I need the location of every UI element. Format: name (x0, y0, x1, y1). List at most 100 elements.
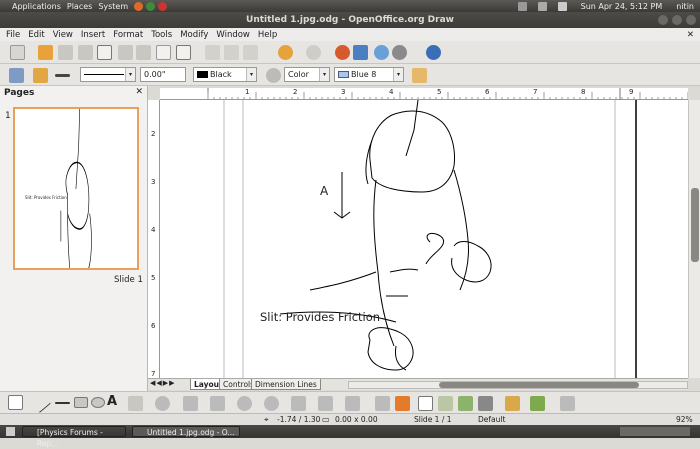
area-color-value: Blue 8 (351, 70, 377, 79)
menu-insert[interactable]: Insert (81, 30, 105, 40)
firefox-launcher-icon[interactable] (134, 1, 144, 11)
email-icon[interactable] (78, 45, 93, 60)
document-close-icon[interactable]: ✕ (687, 30, 694, 40)
copy-icon[interactable] (224, 45, 239, 60)
draw-functions-icon[interactable] (353, 45, 368, 60)
extrusion-icon[interactable] (478, 396, 493, 411)
text-tool-icon[interactable]: A (107, 394, 117, 409)
tab-nav-arrows-icon[interactable]: ◀◀▶▶ (150, 379, 176, 387)
standard-toolbar (0, 41, 700, 64)
line-fill-toolbar: ▾ 0.00" Black ▾ Color ▾ Blue 8 ▾ (0, 64, 700, 86)
clock[interactable]: Sun Apr 24, 5:12 PM (581, 2, 663, 11)
horizontal-ruler[interactable]: 1 2 3 4 5 6 7 8 9 (160, 88, 689, 100)
menu-file[interactable]: File (6, 30, 20, 40)
line-ends-icon[interactable] (33, 68, 48, 83)
curve-icon[interactable] (155, 396, 170, 411)
applications-menu[interactable]: Applications (12, 2, 61, 11)
cut-icon[interactable] (205, 45, 220, 60)
menu-window[interactable]: Window (216, 30, 250, 40)
horizontal-scrollbar[interactable] (348, 381, 688, 389)
flowchart-icon[interactable] (318, 396, 333, 411)
points-icon[interactable] (395, 396, 410, 411)
vertical-scrollbar[interactable] (688, 100, 700, 378)
line-width-field[interactable]: 0.00" (140, 67, 186, 82)
arrange-icon[interactable] (530, 396, 545, 411)
styles-icon[interactable] (9, 68, 24, 83)
callouts-icon[interactable] (345, 396, 360, 411)
arrow-line-icon[interactable] (55, 402, 70, 404)
area-color-select[interactable]: Blue 8 ▾ (334, 67, 404, 82)
line-arrows-icon[interactable] (55, 74, 70, 77)
menu-view[interactable]: View (53, 30, 73, 40)
task-physics-forums[interactable]: [Physics Forums - Rep... (22, 426, 126, 448)
fontwork-icon[interactable] (418, 396, 433, 411)
show-desktop-icon[interactable] (6, 427, 15, 436)
autospell-icon[interactable] (176, 45, 191, 60)
tab-dimension-lines[interactable]: Dimension Lines (251, 379, 321, 390)
callout-icon[interactable] (128, 396, 143, 411)
minimize-icon[interactable] (658, 15, 668, 25)
drawing-canvas[interactable]: A Slit: Provides Friction (160, 100, 688, 378)
chrome-launcher-icon[interactable] (146, 1, 156, 11)
menu-help[interactable]: Help (258, 30, 277, 40)
gallery-icon[interactable] (458, 396, 473, 411)
slide-thumbnail[interactable]: Slit: Provides Friction (13, 107, 139, 270)
shadow-tool-icon[interactable] (560, 396, 575, 411)
symbol-shapes-icon[interactable] (264, 396, 279, 411)
workspace-switcher[interactable] (620, 427, 690, 436)
maximize-icon[interactable] (672, 15, 682, 25)
scrollbar-thumb[interactable] (691, 188, 699, 262)
volume-icon[interactable] (557, 1, 567, 11)
network-icon[interactable] (537, 1, 547, 11)
block-arrows-icon[interactable] (291, 396, 306, 411)
shadow-icon[interactable] (412, 68, 427, 83)
menu-tools[interactable]: Tools (151, 30, 172, 40)
zoom-level[interactable]: 92% (676, 415, 693, 424)
new-document-icon[interactable] (10, 45, 25, 60)
align-icon[interactable] (505, 396, 520, 411)
user-menu[interactable]: nitin (676, 2, 694, 11)
caption-text[interactable]: Slit: Provides Friction (260, 310, 380, 324)
area-icon[interactable] (266, 68, 281, 83)
line-style-select[interactable]: ▾ (80, 67, 136, 82)
line-tool-icon[interactable] (29, 391, 52, 414)
connector-icon[interactable] (183, 396, 198, 411)
pages-pane: Pages ✕ 1 Slit: Provides Friction Slide … (0, 86, 148, 391)
basic-shapes-icon[interactable] (237, 396, 252, 411)
menu-modify[interactable]: Modify (180, 30, 208, 40)
spellcheck-icon[interactable] (156, 45, 171, 60)
save-icon[interactable] (58, 45, 73, 60)
mail-icon[interactable] (517, 1, 527, 11)
task-openoffice-draw[interactable]: Untitled 1.jpg.odg - O... (132, 426, 240, 437)
tool-launcher-icon[interactable] (158, 1, 168, 11)
vertical-ruler[interactable]: 2 3 4 5 6 7 (148, 100, 160, 378)
export-pdf-icon[interactable] (118, 45, 133, 60)
from-file-icon[interactable] (438, 396, 453, 411)
menu-format[interactable]: Format (113, 30, 143, 40)
line-color-select[interactable]: Black ▾ (193, 67, 257, 82)
slide-number: 1 (5, 111, 11, 121)
stars-icon[interactable] (375, 396, 390, 411)
ellipse-icon[interactable] (91, 397, 105, 408)
pane-close-icon[interactable]: ✕ (135, 87, 143, 97)
open-icon[interactable] (38, 45, 53, 60)
redo-icon[interactable] (306, 45, 321, 60)
zoom-icon[interactable] (392, 45, 407, 60)
select-icon[interactable] (8, 395, 23, 410)
label-a[interactable]: A (320, 184, 328, 198)
close-icon[interactable] (686, 15, 696, 25)
undo-icon[interactable] (278, 45, 293, 60)
navigator-icon[interactable] (374, 45, 389, 60)
places-menu[interactable]: Places (67, 2, 92, 11)
print-icon[interactable] (136, 45, 151, 60)
area-style-select[interactable]: Color ▾ (284, 67, 330, 82)
rectangle-icon[interactable] (74, 397, 88, 408)
paste-icon[interactable] (243, 45, 258, 60)
lines-arrows-icon[interactable] (210, 396, 225, 411)
chart-icon[interactable] (335, 45, 350, 60)
edit-file-icon[interactable] (97, 45, 112, 60)
menu-edit[interactable]: Edit (28, 30, 44, 40)
help-icon[interactable] (426, 45, 441, 60)
system-menu[interactable]: System (98, 2, 128, 11)
h-scrollbar-thumb[interactable] (439, 382, 639, 388)
